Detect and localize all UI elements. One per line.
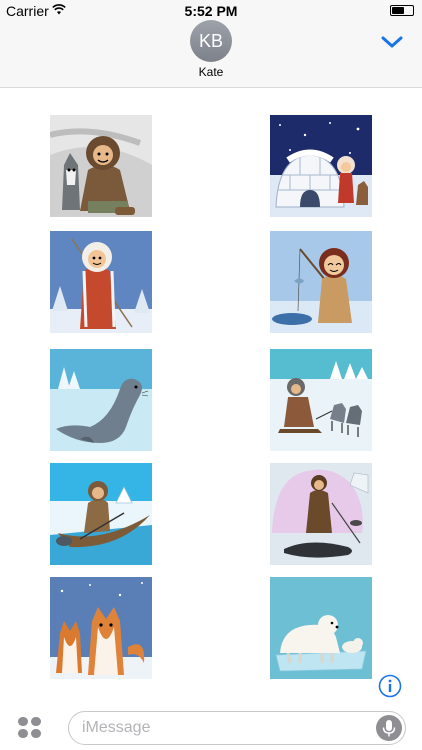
sticker-polar-bear-on-ice-floe[interactable] — [270, 577, 372, 679]
conversation-header: Carrier 5:52 PM KB Kate — [0, 0, 422, 88]
sticker-dog-sled[interactable] — [270, 349, 372, 451]
sticker-two-husky-dogs[interactable] — [50, 577, 152, 679]
sticker-ice-fishing-girl[interactable] — [270, 231, 372, 333]
sticker-seal-on-ice[interactable] — [50, 349, 152, 451]
message-input-container — [68, 711, 406, 745]
microphone-icon — [382, 720, 396, 737]
app-drawer-icon[interactable] — [16, 715, 44, 741]
status-bar: Carrier 5:52 PM — [0, 0, 422, 22]
avatar[interactable]: KB — [190, 20, 232, 62]
chevron-down-icon[interactable] — [380, 34, 404, 50]
sticker-igloo-with-child-and-dog[interactable] — [270, 115, 372, 217]
contact-name[interactable]: Kate — [0, 65, 422, 79]
sticker-eskimo-girl-with-spear[interactable] — [50, 231, 152, 333]
sticker-hunter-in-kayak[interactable] — [50, 463, 152, 565]
microphone-button[interactable] — [376, 715, 402, 741]
info-icon[interactable] — [378, 674, 402, 698]
battery-icon — [390, 5, 414, 16]
sticker-eskimo-boy-with-husky[interactable] — [50, 115, 152, 217]
sticker-hunter-with-seal[interactable] — [270, 463, 372, 565]
clock-time: 5:52 PM — [184, 3, 238, 19]
message-input[interactable] — [82, 718, 362, 738]
